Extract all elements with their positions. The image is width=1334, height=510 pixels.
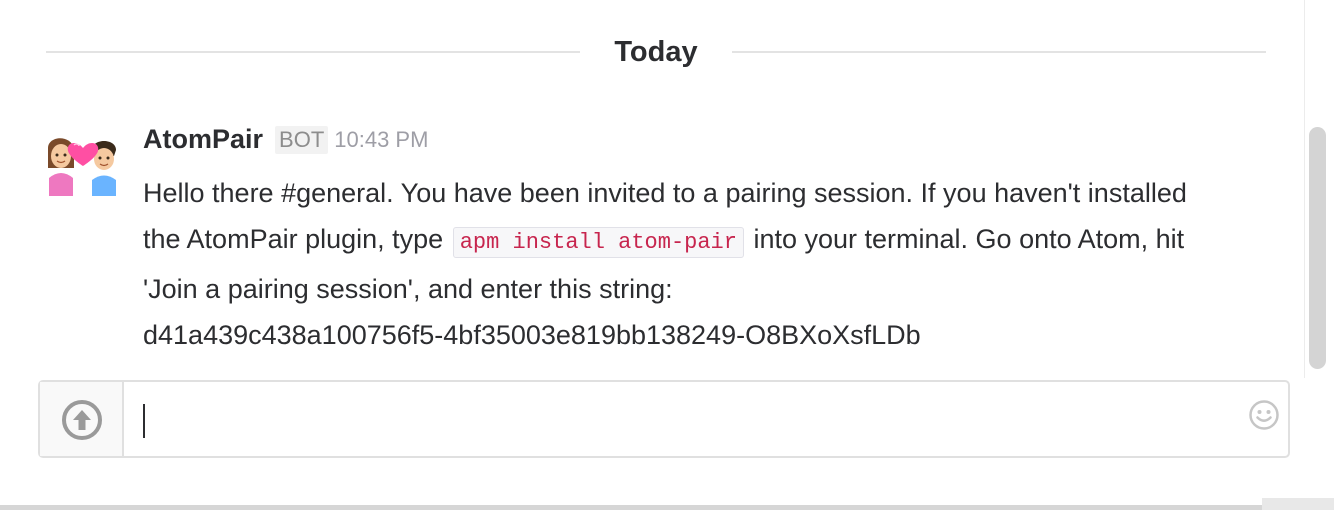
bot-badge: BOT <box>275 125 329 154</box>
scrollbar-thumb[interactable] <box>1309 127 1326 369</box>
divider-line-right <box>732 51 1266 53</box>
couple-with-heart-icon[interactable] <box>46 126 118 196</box>
chat-pane: Today AtomPair BOT 10:43 PM Hello there … <box>0 0 1334 510</box>
window-corner <box>1262 498 1334 510</box>
session-token: d41a439c438a100756f5-4bf35003e819bb13824… <box>143 320 921 350</box>
window-bottom-edge <box>0 505 1334 510</box>
inline-code: apm install atom-pair <box>452 227 744 258</box>
message-body: Hello there #general. You have been invi… <box>143 170 1228 358</box>
day-divider: Today <box>46 30 1266 76</box>
message-input[interactable] <box>126 382 1236 456</box>
smiley-icon[interactable] <box>1248 399 1280 431</box>
message-header: AtomPair BOT 10:43 PM <box>143 124 428 164</box>
upload-button[interactable] <box>40 382 124 456</box>
text-cursor <box>143 404 145 438</box>
message-timestamp[interactable]: 10:43 PM <box>334 127 428 152</box>
upload-arrow-icon <box>62 400 102 440</box>
message-composer <box>38 380 1290 458</box>
sender-name[interactable]: AtomPair <box>143 124 263 154</box>
day-divider-label: Today <box>614 36 698 68</box>
divider-line-left <box>46 51 580 53</box>
